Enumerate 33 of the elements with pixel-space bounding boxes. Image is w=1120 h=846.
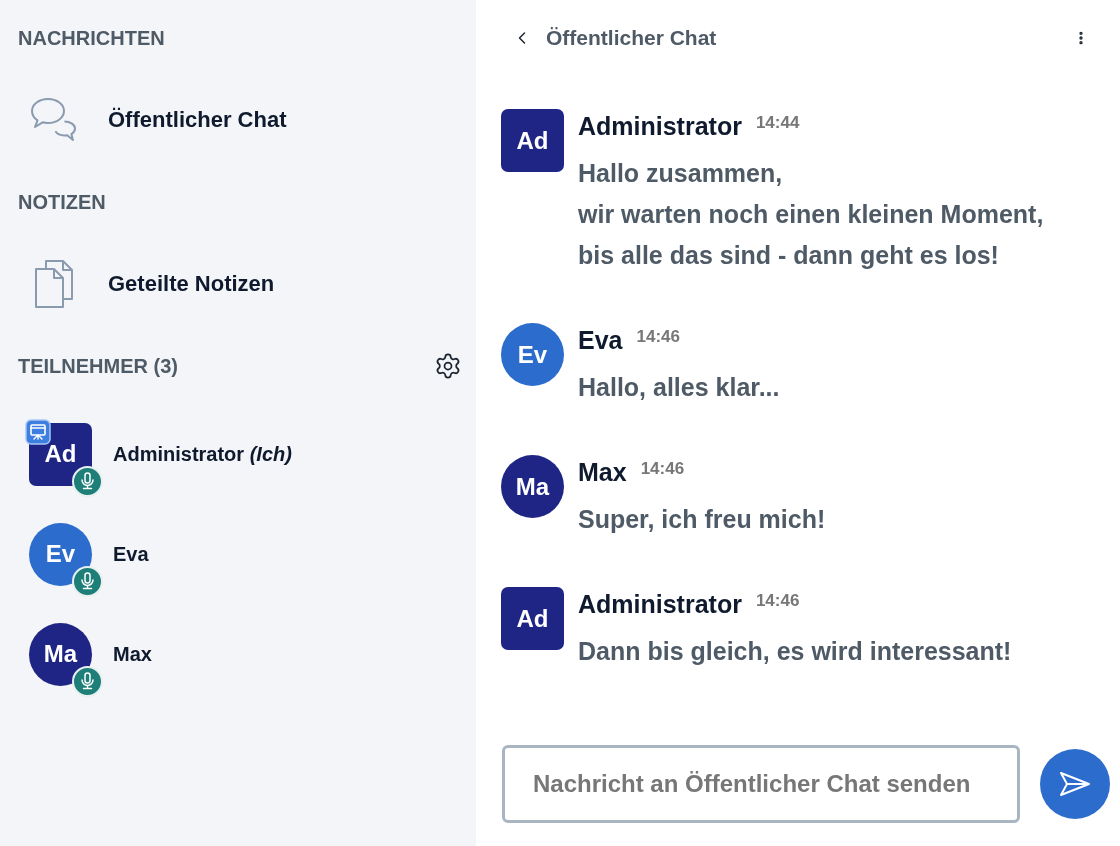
section-heading: TEILNEHMER (3) bbox=[18, 354, 178, 378]
message-input[interactable]: Nachricht an Öffentlicher Chat senden bbox=[502, 745, 1020, 823]
chat-list-item[interactable]: Öffentlicher Chat bbox=[0, 76, 476, 164]
avatar: Ma bbox=[501, 455, 564, 518]
avatar: Ma bbox=[29, 622, 92, 686]
documents-icon bbox=[34, 259, 74, 309]
participant-name[interactable]: Administrator (Ich) bbox=[113, 442, 292, 466]
participant-name[interactable]: Eva bbox=[113, 542, 149, 566]
avatar: Ad bbox=[501, 587, 564, 650]
message-author: Administrator bbox=[578, 589, 742, 620]
message-author: Eva bbox=[578, 325, 623, 356]
message-text: Hallo, alles klar... bbox=[578, 372, 780, 403]
message-text: Hallo zusammen, wir warten noch einen kleinen Moment, bis alle das sind - dann geht es los! bbox=[578, 158, 1044, 271]
message-author: Max bbox=[578, 457, 627, 488]
notes-list-item[interactable]: Geteilte Notizen bbox=[0, 240, 476, 328]
participant-name[interactable]: Max bbox=[113, 642, 152, 666]
avatar: Ev bbox=[501, 323, 564, 386]
settings-icon bbox=[434, 352, 462, 380]
avatar: Ad bbox=[501, 109, 564, 172]
message-time: 14:44 bbox=[755, 114, 800, 132]
chat-bubbles-icon bbox=[30, 96, 78, 144]
chat-title: Öffentlicher Chat bbox=[546, 26, 717, 50]
send-icon bbox=[1059, 771, 1091, 797]
section-heading: NACHRICHTEN bbox=[18, 26, 165, 50]
message-time: 14:46 bbox=[636, 328, 680, 346]
message-text: Dann bis gleich, es wird interessant! bbox=[578, 636, 1012, 667]
settings-button[interactable] bbox=[434, 352, 462, 380]
message-time: 14:46 bbox=[640, 460, 685, 478]
message-time: 14:46 bbox=[755, 592, 800, 610]
avatar: Ev bbox=[29, 522, 92, 586]
message-text: Super, ich freu mich! bbox=[578, 504, 826, 535]
section-heading: NOTIZEN bbox=[18, 190, 106, 214]
message-author: Administrator bbox=[578, 111, 742, 142]
